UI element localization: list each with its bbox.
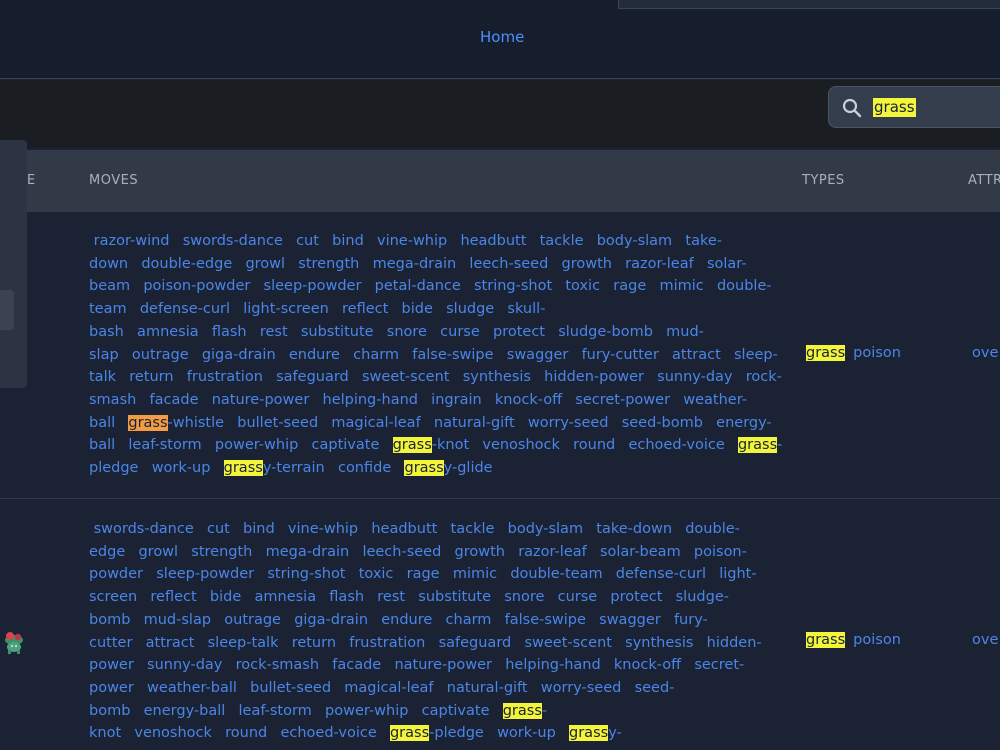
moves-text[interactable]: screen reflect bide amnesia flash rest s…: [89, 589, 729, 605]
moves-text[interactable]: bash amnesia flash rest substitute snore…: [89, 324, 704, 340]
types-cell: grass poison: [806, 632, 901, 648]
moves-line: cutter attract sleep-talk return frustra…: [89, 632, 762, 655]
home-link[interactable]: Home: [480, 28, 524, 46]
moves-text[interactable]: pledge work-up: [89, 460, 224, 476]
search-input-value[interactable]: grass: [873, 98, 916, 117]
attribute-cell[interactable]: ove: [972, 632, 998, 648]
search-match[interactable]: grass: [502, 702, 542, 719]
moves-text[interactable]: cutter attract sleep-talk return frustra…: [89, 635, 762, 651]
moves-text[interactable]: swords-dance cut bind vine-whip headbutt…: [89, 521, 740, 537]
moves-text[interactable]: y-terrain confide: [263, 460, 405, 476]
moves-line: slap outrage giga-drain endure charm fal…: [89, 344, 778, 367]
moves-line: talk return frustration safeguard sweet-…: [89, 366, 782, 389]
moves-line: swords-dance cut bind vine-whip headbutt…: [89, 518, 749, 541]
moves-text[interactable]: bomb mud-slap outrage giga-drain endure …: [89, 612, 708, 628]
search-match[interactable]: grass: [389, 725, 430, 742]
moves-text[interactable]: powder sleep-powder string-shot toxic ra…: [89, 566, 757, 582]
moves-text[interactable]: down double-edge growl strength mega-dra…: [89, 256, 747, 272]
moves-text[interactable]: slap outrage giga-drain endure charm fal…: [89, 347, 778, 363]
moves-text[interactable]: -pledge work-up: [429, 725, 569, 741]
moves-line: ball leaf-storm power-whip captivate gra…: [89, 434, 782, 457]
moves-text[interactable]: power weather-ball bullet-seed magical-l…: [89, 680, 674, 696]
moves-line: powder sleep-powder string-shot toxic ra…: [89, 563, 757, 586]
moves-text[interactable]: knot venoshock round echoed-voice: [89, 725, 390, 741]
moves-text[interactable]: bomb energy-ball leaf-storm power-whip c…: [89, 703, 503, 719]
column-header-types[interactable]: TYPES: [802, 173, 845, 188]
moves-text[interactable]: ball: [89, 415, 128, 431]
row-divider: [0, 498, 1000, 499]
moves-line: bomb mud-slap outrage giga-drain endure …: [89, 609, 749, 632]
moves-line: power weather-ball bullet-seed magical-l…: [89, 677, 749, 700]
top-right-panel: [618, 0, 1000, 9]
moves-line: bash amnesia flash rest substitute snore…: [89, 321, 749, 344]
moves-text[interactable]: smash facade nature-power helping-hand i…: [89, 392, 747, 408]
side-panel[interactable]: [0, 140, 27, 388]
moves-text[interactable]: edge growl strength mega-drain leech-see…: [89, 544, 747, 560]
type-tag-grass[interactable]: grass: [806, 345, 846, 361]
side-panel-button[interactable]: [0, 290, 14, 330]
type-tag-poison[interactable]: poison: [853, 345, 901, 361]
moves-text[interactable]: razor-wind swords-dance cut bind vine-wh…: [89, 233, 722, 249]
search-match[interactable]: grass: [737, 437, 778, 454]
moves-line: power sunny-day rock-smash facade nature…: [89, 654, 749, 677]
column-header-moves[interactable]: MOVES: [89, 173, 138, 188]
pokemon-sprite[interactable]: [0, 628, 28, 656]
moves-line: knot venoshock round echoed-voice grass-…: [89, 722, 749, 745]
moves-line: ball grass-whistle bullet-seed magical-l…: [89, 412, 772, 435]
moves-line: beam poison-powder sleep-powder petal-da…: [89, 275, 772, 298]
moves-text[interactable]: team defense-curl light-screen reflect b…: [89, 301, 545, 317]
moves-text[interactable]: y-: [608, 725, 622, 741]
search-match[interactable]: grass: [392, 437, 432, 454]
table-header: [27, 150, 1000, 212]
moves-line: edge growl strength mega-drain leech-see…: [89, 541, 749, 564]
moves-line: bomb energy-ball leaf-storm power-whip c…: [89, 700, 749, 723]
search-match[interactable]: grass: [569, 725, 609, 742]
search-match[interactable]: grass: [404, 460, 444, 477]
column-header-attributes[interactable]: ATTR: [968, 173, 1000, 188]
attribute-cell[interactable]: ove: [972, 345, 998, 361]
moves-line: smash facade nature-power helping-hand i…: [89, 389, 749, 412]
moves-line: razor-wind swords-dance cut bind vine-wh…: [89, 230, 749, 253]
search-input[interactable]: grass: [828, 86, 1000, 128]
search-icon: [842, 98, 862, 118]
type-tag-poison[interactable]: poison: [853, 632, 901, 648]
moves-text[interactable]: power sunny-day rock-smash facade nature…: [89, 657, 744, 673]
search-match[interactable]: grass: [223, 460, 263, 477]
moves-text[interactable]: talk return frustration safeguard sweet-…: [89, 369, 782, 385]
column-header-name[interactable]: E: [27, 173, 36, 188]
moves-line: screen reflect bide amnesia flash rest s…: [89, 586, 749, 609]
moves-text[interactable]: -: [542, 703, 547, 719]
moves-cell: razor-wind swords-dance cut bind vine-wh…: [89, 230, 782, 480]
moves-text[interactable]: -: [777, 437, 782, 453]
search-match-current[interactable]: grass: [128, 414, 168, 431]
moves-text[interactable]: beam poison-powder sleep-powder petal-da…: [89, 278, 772, 294]
moves-text[interactable]: ball leaf-storm power-whip captivate: [89, 437, 393, 453]
moves-line: down double-edge growl strength mega-dra…: [89, 253, 749, 276]
moves-line: team defense-curl light-screen reflect b…: [89, 298, 749, 321]
moves-line: pledge work-up grassy-terrain confide gr…: [89, 457, 749, 480]
types-cell: grass poison: [806, 345, 901, 361]
moves-text[interactable]: y-glide: [444, 460, 493, 476]
type-tag-grass[interactable]: grass: [806, 632, 846, 648]
moves-cell: swords-dance cut bind vine-whip headbutt…: [89, 518, 762, 745]
moves-text[interactable]: -whistle bullet-seed magical-leaf natura…: [168, 415, 772, 431]
moves-text[interactable]: -knot venoshock round echoed-voice: [432, 437, 738, 453]
